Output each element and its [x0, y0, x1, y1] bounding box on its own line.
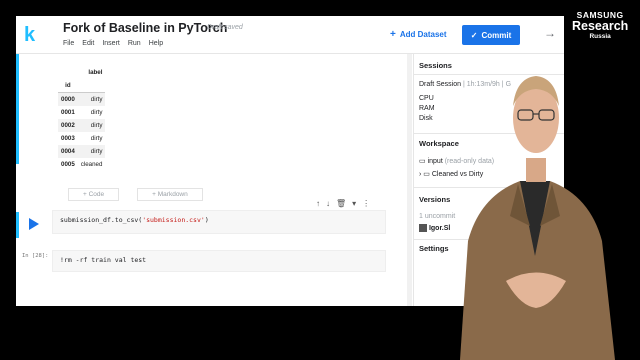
- row-label: dirty: [77, 118, 106, 132]
- row-id: 0003: [61, 135, 75, 143]
- row-id: 0005: [61, 161, 75, 169]
- menu-bar: File Edit Insert Run Help: [63, 40, 163, 47]
- active-cell-indicator: [16, 212, 19, 238]
- code-text: !rm -rf train val test: [60, 256, 147, 264]
- draft-status: Draft saved: [207, 24, 243, 31]
- row-id: 0002: [58, 118, 78, 132]
- add-cell-buttons: + Code + Markdown: [68, 188, 203, 201]
- kaggle-logo[interactable]: k: [24, 25, 40, 45]
- row-label: dirty: [77, 145, 106, 159]
- table-row: 0005 cleaned: [58, 158, 105, 171]
- samsung-research-logo: SAMSUNG Research Russia: [572, 10, 628, 40]
- row-label: dirty: [77, 92, 106, 106]
- row-id: 0000: [58, 92, 78, 106]
- move-down-icon[interactable]: ↓: [326, 199, 330, 208]
- add-dataset-button[interactable]: + Add Dataset: [390, 29, 447, 40]
- sessions-heading[interactable]: Sessions: [419, 61, 452, 70]
- code-cell[interactable]: !rm -rf train val test: [52, 250, 386, 272]
- menu-edit[interactable]: Edit: [82, 40, 94, 47]
- brand-line2: Research: [572, 19, 629, 33]
- row-id: 0001: [61, 108, 75, 116]
- run-cell-icon[interactable]: [29, 218, 39, 230]
- delete-icon[interactable]: 🗑: [336, 199, 346, 208]
- table-row: 0000 dirty: [58, 92, 106, 106]
- notebook-editor: label id 0000 dirty 0001 dirty 0002 dirt…: [16, 54, 412, 306]
- notebook-title[interactable]: Fork of Baseline in PyTorch: [63, 21, 227, 35]
- table-row: 0004 dirty: [58, 145, 106, 159]
- resource-disk: Disk: [419, 115, 433, 122]
- resource-ram: RAM: [419, 105, 435, 112]
- row-label: cleaned: [80, 161, 103, 169]
- plus-icon: +: [390, 29, 396, 40]
- folder-icon: ▭: [419, 158, 426, 165]
- cell-prompt: In [28]:: [22, 253, 49, 259]
- commit-button[interactable]: ✓ Commit: [462, 25, 520, 45]
- chevron-right-icon: ›: [419, 171, 422, 178]
- table-row: 0001 dirty: [58, 106, 105, 119]
- more-icon[interactable]: ⋮: [362, 199, 370, 208]
- scrollbar[interactable]: [407, 54, 412, 306]
- settings-heading[interactable]: Settings: [419, 244, 449, 253]
- cell-toolbar: ↑ ↓ 🗑 ▾ ⋮: [316, 199, 370, 208]
- brand-line3: Russia: [589, 33, 611, 40]
- active-cell-indicator: [16, 54, 19, 164]
- row-label: dirty: [90, 108, 103, 116]
- input-label: input: [427, 158, 443, 165]
- table-row: 0003 dirty: [58, 132, 105, 145]
- row-id: 0004: [58, 145, 78, 159]
- versions-heading[interactable]: Versions: [419, 195, 450, 204]
- row-label: dirty: [90, 135, 103, 143]
- resource-cpu: CPU: [419, 95, 434, 102]
- folder-icon: ▭: [423, 171, 430, 178]
- menu-insert[interactable]: Insert: [102, 40, 120, 47]
- code-text: submission_df.to_csv(: [60, 216, 143, 224]
- video-frame: k Fork of Baseline in PyTorch Draft save…: [0, 0, 640, 360]
- notebook-header: k Fork of Baseline in PyTorch Draft save…: [16, 16, 564, 54]
- add-markdown-button[interactable]: + Markdown: [137, 188, 203, 201]
- avatar: [419, 224, 427, 232]
- move-up-icon[interactable]: ↑: [316, 199, 320, 208]
- commit-label: Commit: [481, 30, 512, 40]
- arrow-right-icon[interactable]: →: [544, 26, 556, 40]
- code-cell[interactable]: submission_df.to_csv('submission.csv'): [52, 210, 386, 234]
- version-author[interactable]: Igor.Sl: [419, 224, 450, 232]
- dataframe-output: label id 0000 dirty 0001 dirty 0002 dirt…: [58, 66, 106, 172]
- menu-file[interactable]: File: [63, 40, 74, 47]
- code-text: ): [204, 216, 209, 224]
- column-header-label: label: [88, 69, 103, 77]
- menu-run[interactable]: Run: [128, 40, 141, 47]
- index-name: id: [58, 79, 78, 93]
- table-row: 0002 dirty: [58, 118, 106, 132]
- code-string: 'submission.csv': [142, 216, 205, 224]
- add-dataset-label: Add Dataset: [399, 30, 447, 39]
- collapse-icon[interactable]: ▾: [352, 199, 356, 208]
- menu-help[interactable]: Help: [149, 40, 163, 47]
- add-code-button[interactable]: + Code: [68, 188, 120, 201]
- check-icon: ✓: [470, 30, 478, 40]
- presenter-video-overlay: [460, 76, 615, 360]
